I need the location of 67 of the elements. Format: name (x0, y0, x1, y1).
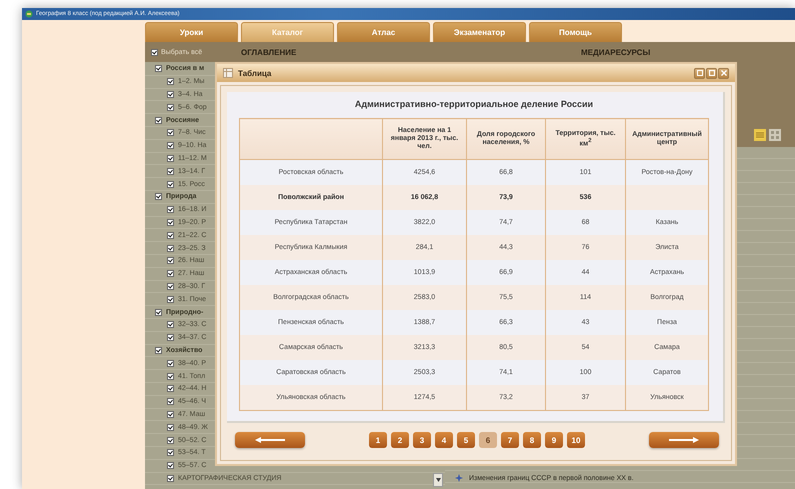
page-button[interactable]: 1 (369, 432, 387, 448)
checkbox[interactable] (167, 410, 174, 418)
scrollbar[interactable] (433, 473, 443, 487)
checkbox[interactable] (167, 270, 174, 278)
checkbox[interactable] (167, 180, 174, 188)
page-button[interactable]: 7 (501, 432, 519, 448)
contents-heading: ОГЛАВЛЕНИЕ (241, 48, 296, 56)
next-button[interactable] (649, 432, 719, 448)
checkbox[interactable] (167, 154, 174, 162)
checkbox[interactable] (167, 232, 174, 239)
checkbox[interactable] (155, 193, 162, 200)
page-button[interactable]: 5 (457, 432, 475, 448)
checkbox[interactable] (167, 360, 174, 367)
media-heading: МЕДИАРЕСУРСЫ (581, 48, 650, 56)
checkbox[interactable] (167, 142, 174, 150)
app-icon (25, 10, 33, 18)
tab[interactable]: Экзаменатор (433, 22, 526, 42)
checkbox[interactable] (167, 372, 174, 380)
right-arrow-icon (669, 437, 699, 443)
checkbox[interactable] (167, 462, 174, 470)
checkbox[interactable] (167, 436, 174, 444)
checkbox[interactable] (167, 104, 174, 111)
tab[interactable]: Помощь (529, 22, 622, 42)
checkbox[interactable] (151, 48, 158, 56)
checkbox[interactable] (167, 424, 174, 431)
close-button[interactable] (718, 68, 729, 78)
restore-button[interactable] (694, 68, 705, 78)
page-button[interactable]: 6 (479, 432, 497, 448)
page-button[interactable]: 9 (545, 432, 563, 448)
checkbox[interactable] (167, 296, 174, 303)
checkbox[interactable] (155, 116, 162, 124)
left-arrow-icon (255, 437, 285, 443)
checkbox[interactable] (167, 398, 174, 406)
checkbox[interactable] (167, 321, 174, 328)
checkbox[interactable] (167, 129, 174, 136)
page-button[interactable]: 2 (391, 432, 409, 448)
previous-button[interactable] (235, 432, 305, 448)
checkbox[interactable] (167, 78, 174, 86)
star-icon (455, 474, 463, 482)
checkbox[interactable] (167, 385, 174, 392)
checkbox[interactable] (167, 218, 174, 226)
checkbox[interactable] (167, 474, 174, 482)
checkbox[interactable] (167, 257, 174, 264)
dialog-title: Таблица (238, 68, 272, 78)
maximize-icon (708, 70, 714, 76)
page-button[interactable]: 4 (435, 432, 453, 448)
page-button[interactable]: 10 (567, 432, 585, 448)
page-button[interactable]: 3 (413, 432, 431, 448)
close-icon (720, 70, 726, 76)
down-arrow-icon (436, 478, 440, 482)
checkbox[interactable] (167, 244, 174, 252)
checkbox[interactable] (155, 65, 162, 72)
checkbox[interactable] (155, 346, 162, 354)
page-button[interactable]: 8 (523, 432, 541, 448)
table-icon (223, 68, 233, 78)
square-icon (696, 70, 702, 76)
checkbox[interactable] (167, 90, 174, 98)
table-heading: Административно-территориальное деление России (354, 98, 594, 111)
checkbox[interactable] (167, 206, 174, 214)
tab[interactable]: Уроки (145, 22, 238, 42)
checkbox[interactable] (167, 449, 174, 456)
checkbox[interactable] (167, 168, 174, 175)
maximize-button[interactable] (706, 68, 717, 78)
checkbox[interactable] (167, 334, 174, 342)
tab[interactable]: Атлас (337, 22, 430, 42)
checkbox[interactable] (167, 282, 174, 290)
checkbox[interactable] (155, 308, 162, 316)
